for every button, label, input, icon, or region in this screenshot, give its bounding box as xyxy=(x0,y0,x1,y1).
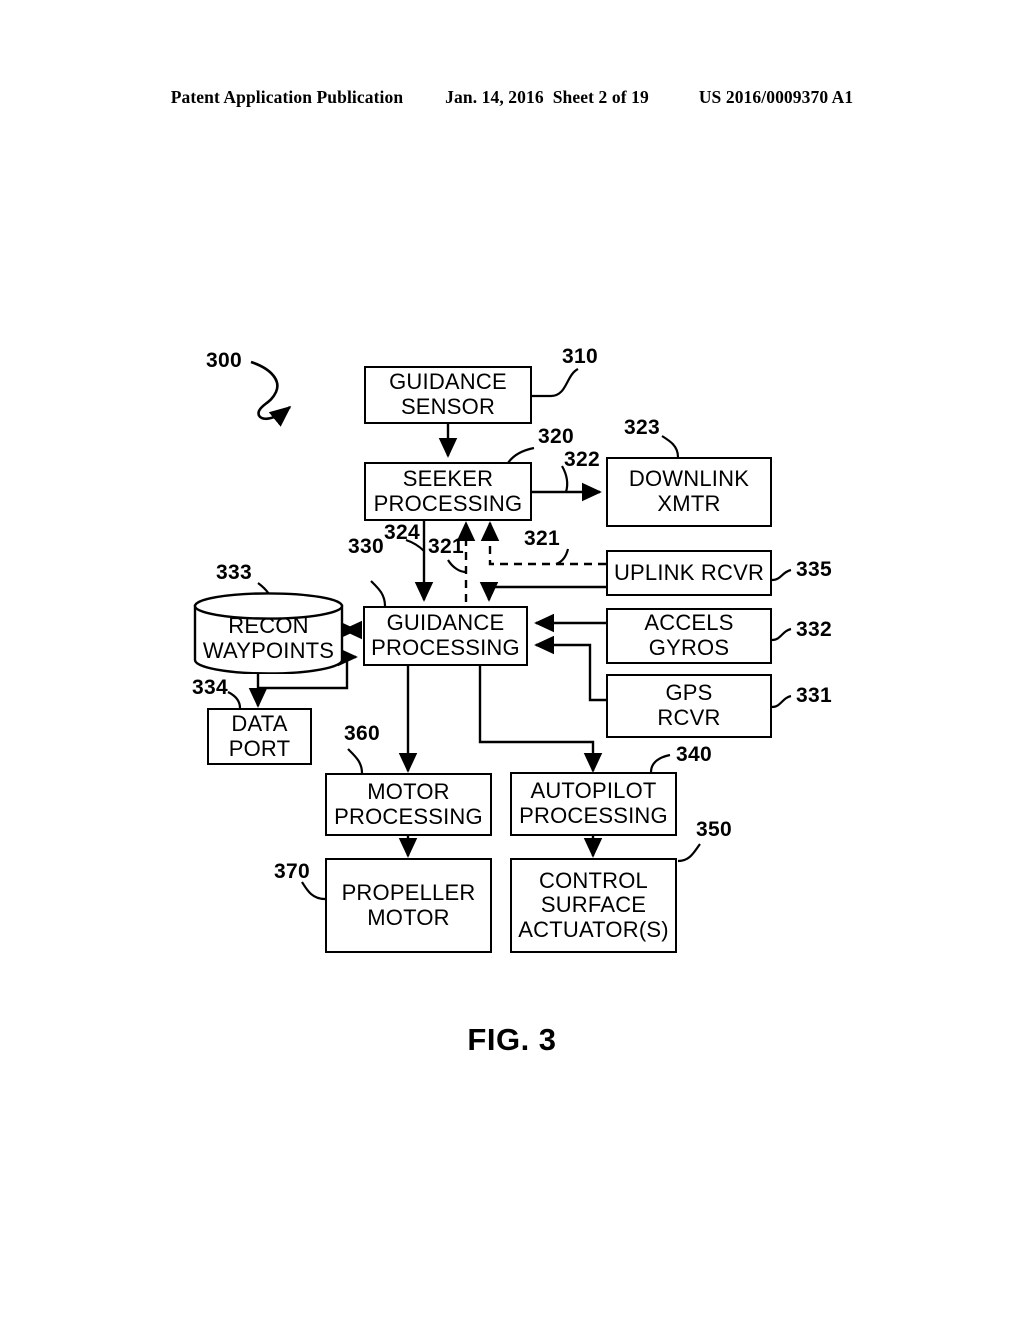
block-label-line: SEEKER xyxy=(402,465,494,491)
block-label-line: PROCESSING xyxy=(334,803,483,829)
block-label-line: DOWNLINK xyxy=(628,466,750,492)
block-label-line: PORT xyxy=(228,735,291,761)
ref-numeral-360: 360 xyxy=(344,722,380,745)
ref-numeral-331: 331 xyxy=(796,684,832,707)
ref-numeral-300: 300 xyxy=(206,349,242,372)
block-label-line: SENSOR xyxy=(400,394,496,419)
block-label-line: MOTOR xyxy=(367,778,450,804)
block-label-line: GYROS xyxy=(648,635,730,660)
block-label-line: GPS xyxy=(665,680,713,706)
block-label-line: DATA xyxy=(231,710,288,736)
ref-numeral-333: 333 xyxy=(216,561,252,584)
block-propeller-motor[interactable]: PROPELLER MOTOR xyxy=(325,858,492,953)
ref-numeral-320: 320 xyxy=(538,425,574,448)
block-label-line: GUIDANCE xyxy=(389,369,507,395)
ref-numeral-321-left: 321 xyxy=(428,535,464,558)
block-autopilot-processing[interactable]: AUTOPILOT PROCESSING xyxy=(510,772,677,836)
block-label-line: PROCESSING xyxy=(373,490,523,516)
ref-numeral-340: 340 xyxy=(676,743,712,766)
block-uplink-rcvr[interactable]: UPLINK RCVR xyxy=(606,550,772,596)
ref-numeral-322: 322 xyxy=(564,448,600,471)
block-label-line: ACCELS xyxy=(644,610,734,636)
block-label-line: ACTUATOR(S) xyxy=(518,916,669,942)
block-label-line: PROCESSING xyxy=(519,803,668,828)
block-motor-processing[interactable]: MOTOR PROCESSING xyxy=(325,773,492,836)
ref-numeral-332: 332 xyxy=(796,618,832,641)
block-label-line: RCVR xyxy=(657,705,721,730)
figure-caption: FIG. 3 xyxy=(467,1022,557,1057)
ref-numeral-310: 310 xyxy=(562,345,598,368)
block-label-line: PROPELLER xyxy=(341,879,476,905)
datastore-label: RECON WAYPOINTS xyxy=(193,613,344,663)
block-gps-rcvr[interactable]: GPS RCVR xyxy=(606,674,772,738)
block-label-line: RECON xyxy=(228,613,309,638)
ref-numeral-324: 324 xyxy=(384,521,420,544)
ref-numeral-370: 370 xyxy=(274,860,310,883)
datastore-recon-waypoints[interactable]: RECON WAYPOINTS xyxy=(193,592,344,674)
ref-numeral-330: 330 xyxy=(348,535,384,558)
block-label-line: UPLINK RCVR xyxy=(613,559,765,585)
block-guidance-processing[interactable]: GUIDANCE PROCESSING xyxy=(363,606,528,666)
block-label-line: WAYPOINTS xyxy=(202,637,335,663)
block-label-line: PROCESSING xyxy=(371,635,520,660)
block-label-line: AUTOPILOT xyxy=(530,778,657,804)
block-label-line: XMTR xyxy=(657,491,721,516)
block-control-surface-actuators[interactable]: CONTROL SURFACE ACTUATOR(S) xyxy=(510,858,677,953)
block-seeker-processing[interactable]: SEEKER PROCESSING xyxy=(364,462,532,521)
ref-numeral-334: 334 xyxy=(192,676,228,699)
block-label-line: MOTOR xyxy=(367,904,450,930)
ref-numeral-321-right: 321 xyxy=(524,527,560,550)
block-label-line: CONTROL xyxy=(539,867,648,893)
block-guidance-sensor[interactable]: GUIDANCE SENSOR xyxy=(364,366,532,424)
ref-numeral-335: 335 xyxy=(796,558,832,581)
block-accels-gyros[interactable]: ACCELS GYROS xyxy=(606,608,772,664)
ref-numeral-350: 350 xyxy=(696,818,732,841)
block-data-port[interactable]: DATA PORT xyxy=(207,708,312,765)
block-downlink-xmtr[interactable]: DOWNLINK XMTR xyxy=(606,457,772,527)
ref-numeral-323: 323 xyxy=(624,416,660,439)
block-label-line: SURFACE xyxy=(540,892,647,918)
block-label-line: GUIDANCE xyxy=(386,610,505,636)
patent-figure-3: GUIDANCE SENSOR SEEKER PROCESSING DOWNLI… xyxy=(0,0,1024,1320)
